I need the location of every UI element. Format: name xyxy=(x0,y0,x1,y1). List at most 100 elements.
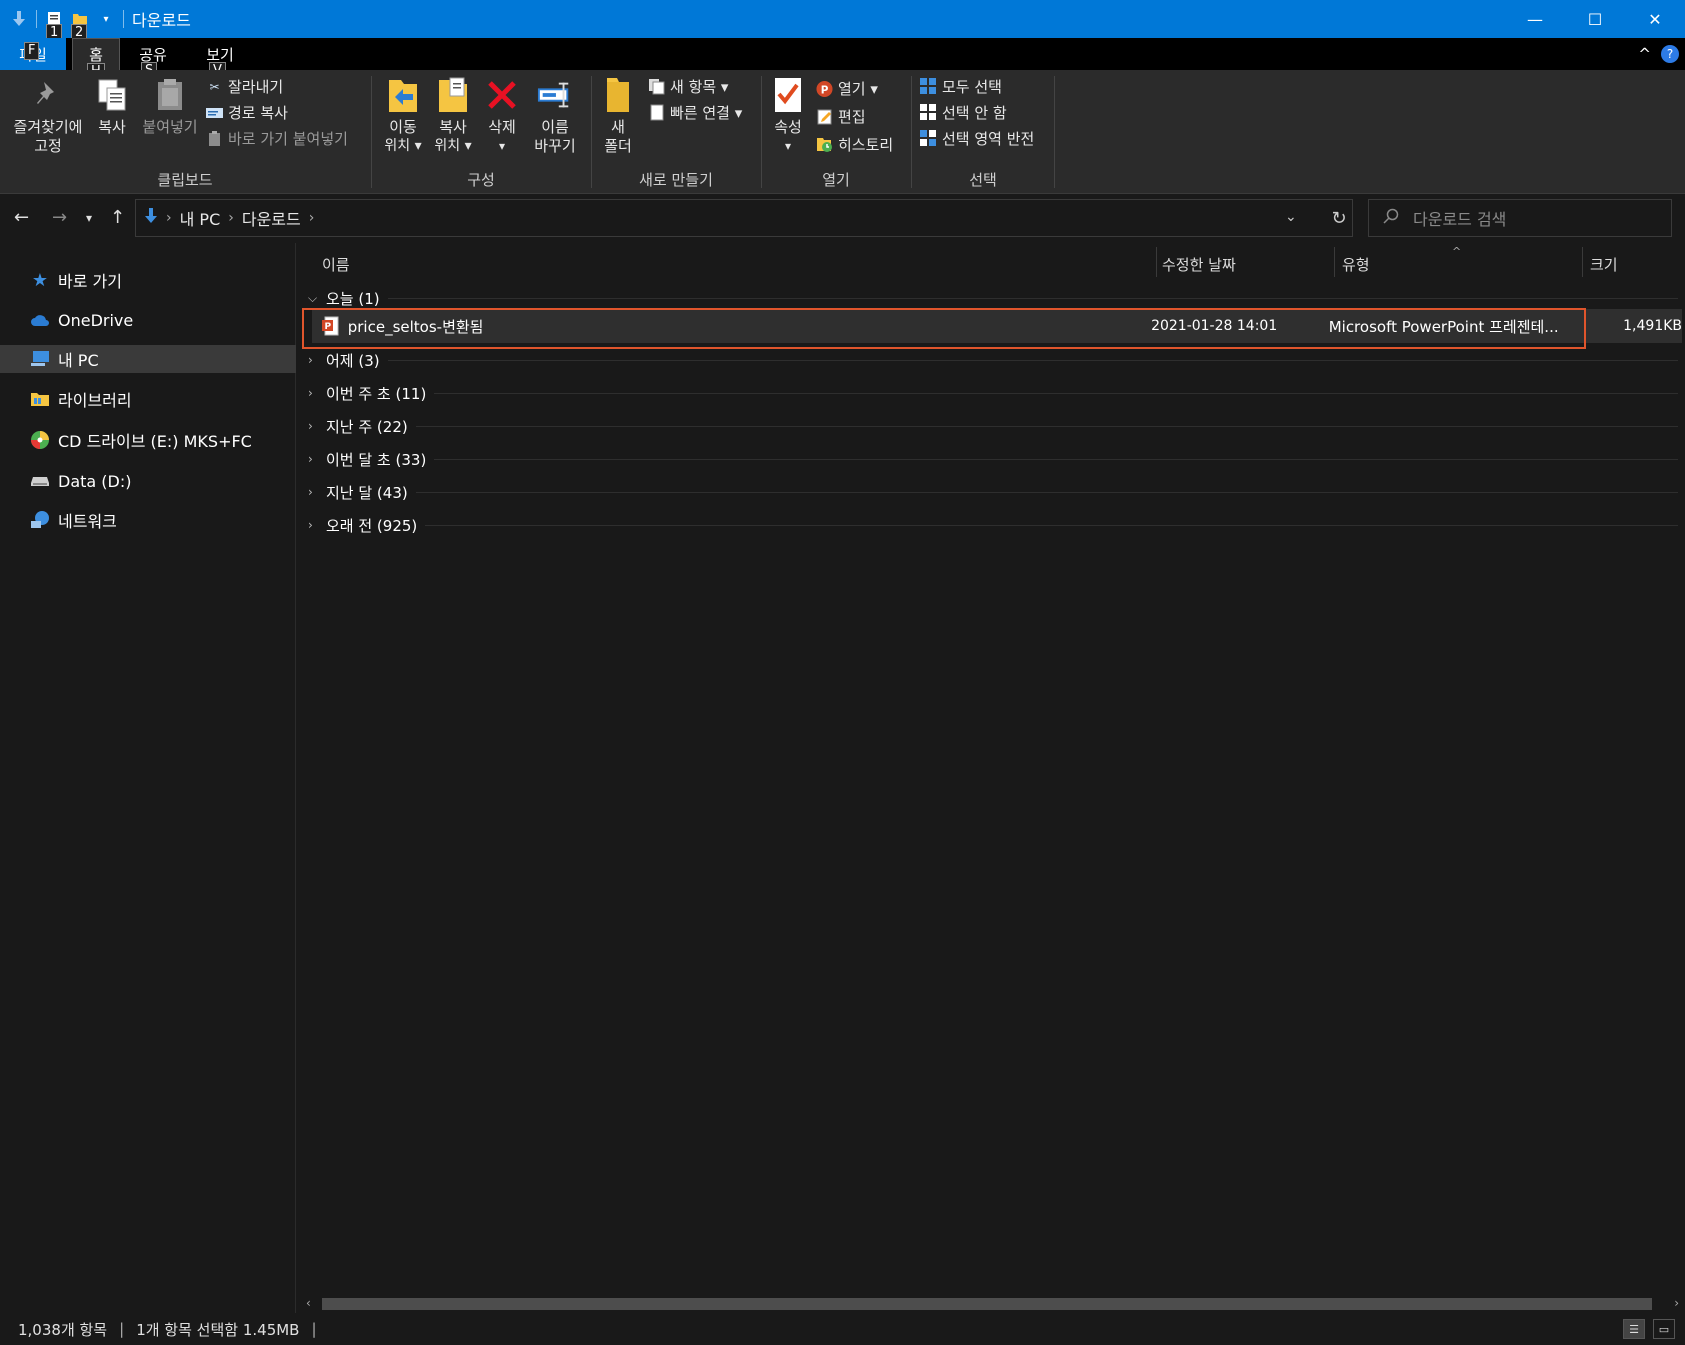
group-header-last-week[interactable]: › 지난 주 (22) xyxy=(308,412,1678,440)
delete-label-2: ▾ xyxy=(498,139,506,153)
easy-access-label: 빠른 연결 ▾ xyxy=(670,104,743,122)
chevron-right-icon: › xyxy=(308,485,313,499)
breadcrumb-separator[interactable]: › xyxy=(309,210,315,226)
tab-file[interactable]: 파일 F xyxy=(0,38,66,70)
copy-to-icon xyxy=(435,76,471,114)
column-header-modified[interactable]: 수정한 날짜 xyxy=(1156,247,1334,281)
group-label-open: 열기 xyxy=(822,171,850,189)
column-header-modified-label: 수정한 날짜 xyxy=(1162,255,1236,274)
open-button[interactable]: P 열기 ▾ xyxy=(816,78,878,99)
address-dropdown-icon[interactable]: ⌄ xyxy=(1285,209,1297,225)
breadcrumb-separator[interactable]: › xyxy=(228,210,234,226)
tab-share[interactable]: 공유 S xyxy=(128,38,178,80)
delete-button[interactable]: 삭제 ▾ xyxy=(482,76,522,156)
sidebar-item-quick-access[interactable]: ★ 바로 가기 xyxy=(0,265,296,295)
maximize-button[interactable]: ☐ xyxy=(1565,0,1625,38)
column-header-name[interactable]: 이름 xyxy=(298,247,1156,281)
breadcrumb-downloads[interactable]: 다운로드 xyxy=(242,206,301,230)
help-icon[interactable]: ? xyxy=(1661,45,1679,63)
group-label: 어제 (3) xyxy=(326,351,380,370)
select-all-label: 모두 선택 xyxy=(942,78,1002,96)
copy-path-button[interactable]: 경로 복사 xyxy=(206,102,288,123)
forward-arrow-icon[interactable]: → xyxy=(52,207,67,228)
properties-qat-icon[interactable]: 1 xyxy=(45,10,63,42)
sidebar-item-network[interactable]: 네트워크 xyxy=(0,505,296,535)
sidebar-item-libraries[interactable]: 라이브러리 xyxy=(0,384,296,414)
history-button[interactable]: 히스토리 xyxy=(816,134,893,155)
ribbon: 즐겨찾기에 고정 복사 붙여넣기 ✂ 잘라내기 경로 복사 바로 가기 붙여넣기… xyxy=(0,70,1685,194)
column-header-size[interactable]: 크기 xyxy=(1582,247,1682,281)
horizontal-scrollbar[interactable]: ‹ › xyxy=(298,1295,1685,1313)
refresh-icon[interactable]: ↻ xyxy=(1325,199,1353,237)
scroll-left-icon[interactable]: ‹ xyxy=(306,1296,311,1310)
select-none-icon xyxy=(920,104,937,121)
minimize-button[interactable]: — xyxy=(1505,0,1565,38)
sidebar-item-onedrive[interactable]: OneDrive xyxy=(0,305,296,335)
easy-access-button[interactable]: 빠른 연결 ▾ xyxy=(648,102,742,123)
file-row-selected[interactable]: P price_seltos-변환됨 2021-01-28 14:01 Micr… xyxy=(312,309,1682,343)
cloud-icon xyxy=(30,310,50,330)
download-arrow-icon xyxy=(10,10,28,28)
back-arrow-icon[interactable]: ← xyxy=(14,207,29,228)
group-label-organize: 구성 xyxy=(467,171,495,189)
recent-locations-icon[interactable]: ▾ xyxy=(86,211,92,225)
powerpoint-icon: P xyxy=(816,80,833,97)
group-header-earlier-this-month[interactable]: › 이번 달 초 (33) xyxy=(308,445,1678,473)
address-bar[interactable]: › 내 PC › 다운로드 › xyxy=(135,199,1353,237)
large-icons-view-icon[interactable]: ▭ xyxy=(1653,1319,1675,1339)
sidebar-item-label: 바로 가기 xyxy=(58,272,122,291)
properties-label-2: ▾ xyxy=(784,139,792,153)
up-arrow-icon[interactable]: ↑ xyxy=(110,207,125,228)
close-button[interactable]: ✕ xyxy=(1625,0,1685,38)
new-folder-qat-icon[interactable]: 2 xyxy=(71,10,89,42)
collapse-ribbon-icon[interactable]: ^ xyxy=(1638,45,1651,63)
selection-info: 1개 항목 선택함 1.45MB xyxy=(136,1320,300,1339)
sidebar-item-data-drive[interactable]: Data (D:) xyxy=(0,466,296,496)
powerpoint-file-icon: P xyxy=(322,316,342,336)
qat-separator xyxy=(123,10,124,28)
edit-button[interactable]: 편집 xyxy=(816,106,866,127)
history-icon xyxy=(816,136,833,153)
search-box[interactable]: 다운로드 검색 xyxy=(1368,199,1672,237)
invert-selection-button[interactable]: 선택 영역 반전 xyxy=(920,128,1034,149)
paste-button[interactable]: 붙여넣기 xyxy=(138,76,202,137)
new-folder-button[interactable]: 새 폴더 xyxy=(598,76,638,156)
copy-button[interactable]: 복사 xyxy=(90,76,134,137)
breadcrumb-separator[interactable]: › xyxy=(166,210,172,226)
sidebar-item-my-pc[interactable]: 내 PC xyxy=(0,345,296,373)
group-header-a-long-time-ago[interactable]: › 오래 전 (925) xyxy=(308,511,1678,539)
new-item-button[interactable]: 새 항목 ▾ xyxy=(648,76,728,97)
invert-selection-icon xyxy=(920,130,937,147)
properties-button[interactable]: 속성 ▾ xyxy=(768,76,808,156)
details-view-icon[interactable]: ☰ xyxy=(1623,1319,1645,1339)
tab-view[interactable]: 보기 V xyxy=(195,38,245,80)
cut-button[interactable]: ✂ 잘라내기 xyxy=(206,76,283,97)
select-none-button[interactable]: 선택 안 함 xyxy=(920,102,1007,123)
pin-icon xyxy=(30,76,66,114)
scroll-right-icon[interactable]: › xyxy=(1674,1296,1679,1310)
sidebar-item-cd-drive[interactable]: CD 드라이브 (E:) MKS+FC xyxy=(0,425,296,455)
copy-to-button[interactable]: 복사 위치 ▾ xyxy=(430,76,476,156)
move-to-button[interactable]: 이동 위치 ▾ xyxy=(380,76,426,156)
paste-shortcut-button[interactable]: 바로 가기 붙여넣기 xyxy=(206,128,348,149)
group-header-earlier-this-week[interactable]: › 이번 주 초 (11) xyxy=(308,379,1678,407)
rename-button[interactable]: 이름 바꾸기 xyxy=(528,76,582,156)
file-list: 이름 수정한 날짜 유형 ^ 크기 ⌵ 오늘 (1) P price_selto… xyxy=(298,243,1685,1300)
tab-home[interactable]: 홈 H xyxy=(72,38,120,81)
delete-x-icon xyxy=(484,76,520,114)
select-all-button[interactable]: 모두 선택 xyxy=(920,76,1002,97)
file-type: Microsoft PowerPoint 프레젠테... xyxy=(1328,317,1559,336)
cd-drive-icon xyxy=(30,430,50,450)
breadcrumb-my-pc[interactable]: 내 PC xyxy=(180,206,221,230)
pin-to-quick-access-button[interactable]: 즐겨찾기에 고정 xyxy=(8,76,88,156)
pin-label-2: 고정 xyxy=(34,137,62,155)
qat-customize-icon[interactable]: ▾ xyxy=(97,10,115,28)
copy-path-label: 경로 복사 xyxy=(228,104,288,122)
column-header-type[interactable]: 유형 ^ xyxy=(1334,245,1582,281)
group-header-last-month[interactable]: › 지난 달 (43) xyxy=(308,478,1678,506)
move-to-icon xyxy=(385,76,421,114)
group-header-yesterday[interactable]: › 어제 (3) xyxy=(308,346,1678,374)
group-header-today[interactable]: ⌵ 오늘 (1) xyxy=(308,284,1678,312)
edit-label: 편집 xyxy=(838,108,866,126)
scrollbar-thumb[interactable] xyxy=(322,1298,1652,1310)
